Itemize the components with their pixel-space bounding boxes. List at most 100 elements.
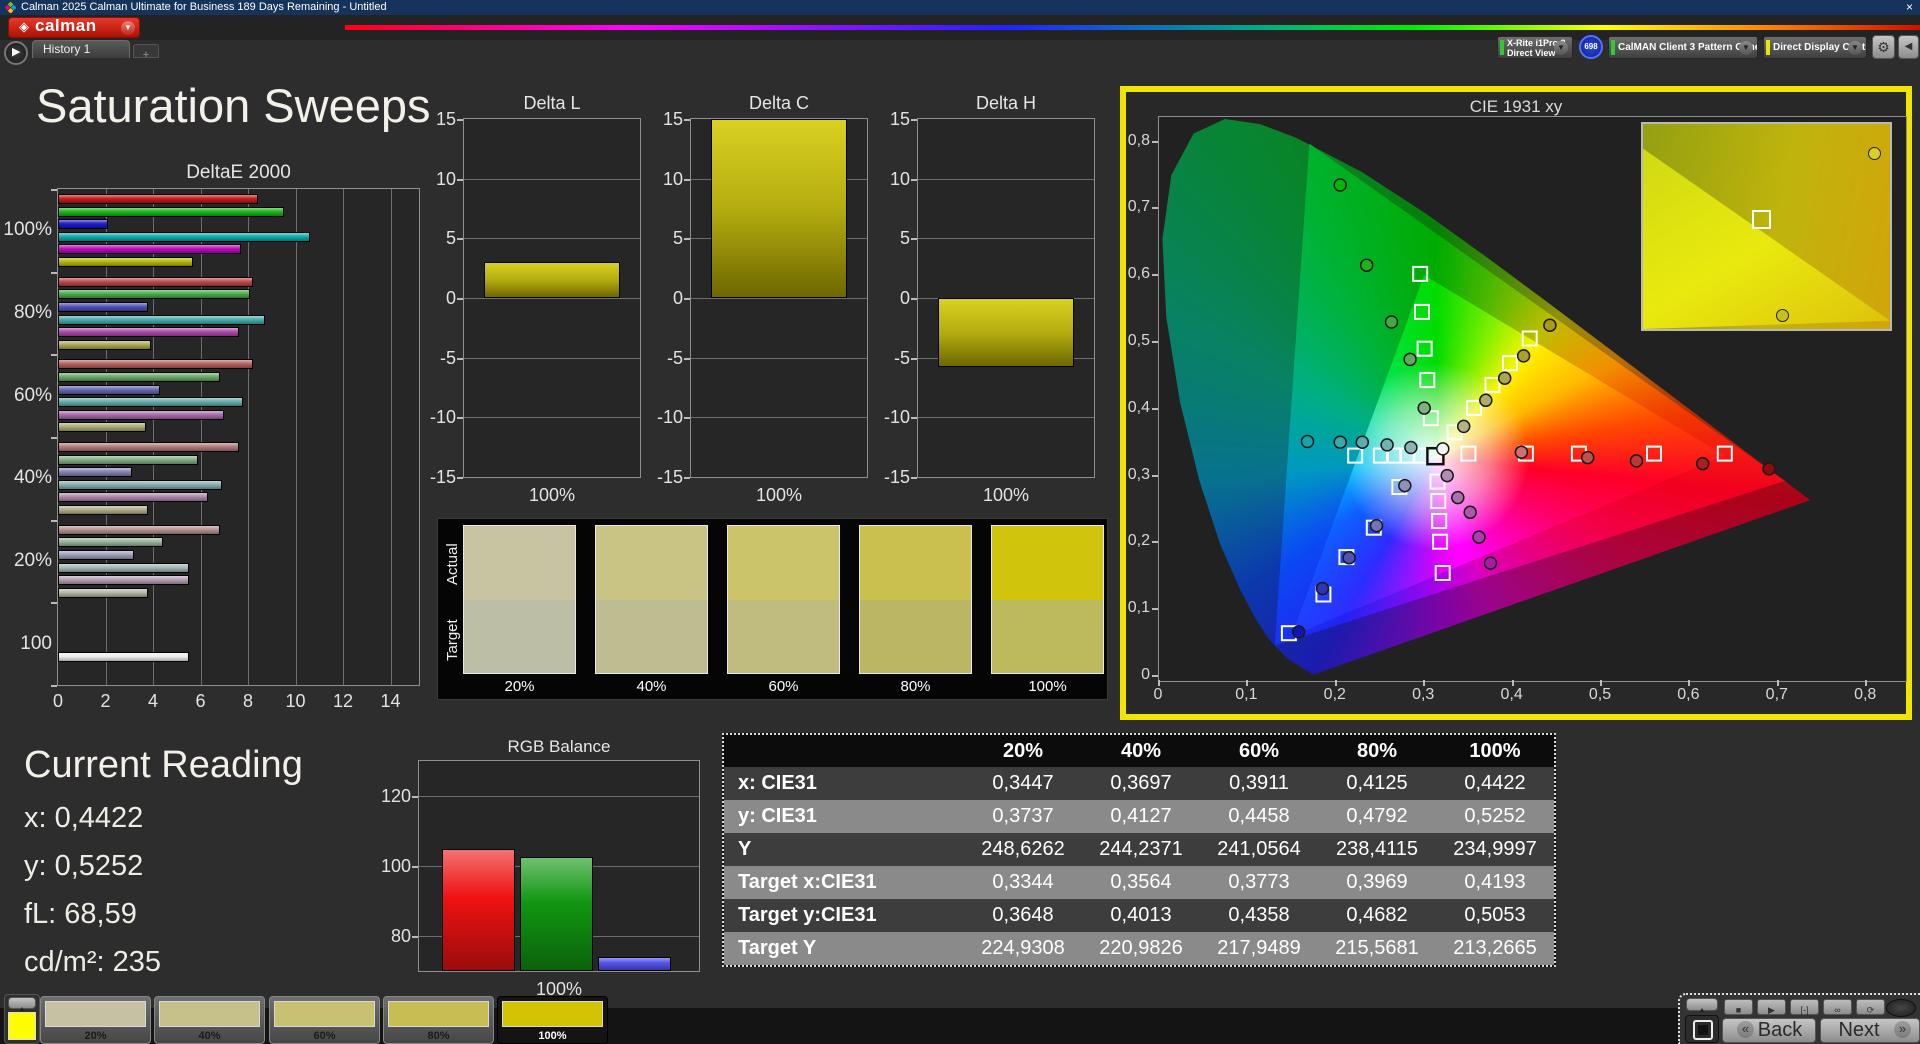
table-cell: 0,3737 [964,800,1082,833]
target-square-marker [1467,401,1481,415]
y-tick [412,936,418,938]
footer-swatch-20%[interactable]: 20% [40,996,151,1044]
y-tick [911,417,917,419]
y-tick [457,238,463,240]
table-cell: 0,3911 [1200,767,1318,800]
cie-y-tick [1152,541,1158,543]
deltae-bar [58,302,148,312]
interval-button[interactable]: [-] [1790,999,1819,1015]
group-label: 100 [0,633,52,655]
calman-menu-button[interactable]: ◈ calman ▼ [8,17,140,38]
table-row-label: Target x:CIE31 [724,866,964,899]
measured-circle-marker [1763,463,1775,475]
measured-circle-marker [1452,492,1464,504]
deltae-bar [58,480,222,490]
reading-value: cd/m²: 235 [24,946,404,979]
table-cell: 244,2371 [1082,833,1200,866]
swatch-40% [595,525,708,674]
cie-x-tick-label: 0,2 [1317,686,1353,704]
refresh-button[interactable]: ⟳ [1856,999,1885,1015]
table-header-row: 20%40%60%80%100% [724,735,1554,767]
y-tick-label: 100 [375,856,411,877]
y-tick [684,179,690,181]
measured-circle-marker [1518,350,1530,362]
table-column-header: 40% [1082,735,1200,767]
y-tick [457,298,463,300]
play-button[interactable]: ▶ [1757,999,1786,1015]
footer-swatch-label: 80% [384,1030,493,1042]
table-cell: 224,9308 [964,932,1082,965]
deltae-bar [58,244,241,254]
calman-app: { "titlebar": { "title": "Calman 2025 Ca… [0,0,1920,1044]
transport-expand-button[interactable]: ▲ [1686,998,1718,1011]
footer-swatch-100%[interactable]: 100% [497,996,608,1044]
pattern-window-button[interactable] [1685,1015,1719,1043]
rgb-balance-chart: 80100120100% [418,760,700,972]
table-row: y: CIE310,37370,41270,44580,47920,5252 [724,800,1554,833]
table-cell: 0,3648 [964,899,1082,932]
workflow-run-button[interactable]: ▶ [4,41,28,65]
footer-swatch-60%[interactable]: 60% [269,996,380,1044]
settings-button[interactable]: ⚙ [1872,35,1895,59]
target-square-marker [1647,447,1661,461]
swatch-actual [596,526,707,600]
deltae-bar [58,219,108,229]
target-square-marker [1436,566,1450,580]
knob-button[interactable] [1886,999,1916,1017]
table-cell: 0,3773 [1200,866,1318,899]
y-tick [911,238,917,240]
deltae-bar [58,537,163,547]
display-control-select[interactable]: Direct Display Control ▼ [1763,36,1867,59]
measured-circle-marker [1582,452,1594,464]
swatch-100% [991,525,1104,674]
table-row: x: CIE310,34470,36970,39110,41250,4422 [724,767,1554,800]
x-category-label: 100% [918,485,1094,506]
tab-history-1[interactable]: History 1 [32,40,130,58]
cie-y-tick [1152,608,1158,610]
pattern-panel-expand-button[interactable]: ▲ [8,997,36,1009]
group-label: 20% [0,550,52,572]
rainbow-divider [345,25,1920,30]
swatch-actual [992,526,1103,600]
swatch-target [992,600,1103,674]
add-tab-button[interactable]: + [133,44,159,58]
footer-swatch-80%[interactable]: 80% [383,996,494,1044]
close-icon[interactable]: × [1906,0,1913,14]
measured-circle-marker [1343,552,1355,564]
cie-y-tick-label: 0,5 [1126,332,1150,350]
footer-swatch-40%[interactable]: 40% [154,996,265,1044]
table-row: Target Y224,9308220,9826217,9489215,5681… [724,932,1554,965]
reading-value: x: 0,4422 [24,802,404,835]
delta-l-chart-title: Delta L [463,93,641,114]
footer-swatch-color [502,1001,603,1027]
table-cell: 238,4115 [1318,833,1436,866]
current-pattern-swatch [8,1012,36,1040]
measured-circle-marker [1405,442,1417,454]
measured-circle-marker [1485,557,1497,569]
meter-select[interactable]: X-Rite i1Pro 3 Direct View ▼ [1497,36,1573,59]
gridline [296,189,297,685]
collapse-panel-button[interactable]: ◀ [1898,35,1919,59]
y-tick-label: 15 [422,109,456,130]
y-tick-label: 120 [375,786,411,807]
next-button[interactable]: Next » [1820,1018,1920,1043]
measured-circle-marker [1381,439,1393,451]
meter-count-badge[interactable]: 698 [1579,35,1603,59]
x-tick-label: 14 [376,691,406,712]
table-cell: 0,4125 [1318,767,1436,800]
loop-button[interactable]: ∞ [1823,999,1852,1015]
pattern-generator-select[interactable]: CalMAN Client 3 Pattern Generator ▼ [1608,36,1758,59]
current-reading-block: Current Reading x: 0,4422y: 0,5252fL: 68… [24,744,404,979]
table-column-header: 20% [964,735,1082,767]
back-button[interactable]: « Back [1722,1018,1816,1043]
gridline [419,796,699,797]
rgb-bar-red [442,849,515,972]
y-tick [51,520,57,522]
stop-button[interactable]: ■ [1724,999,1753,1015]
x-tick-label: 2 [91,691,121,712]
back-label: Back [1758,1019,1802,1041]
group-label: 100% [0,219,52,241]
deltae-bar [58,207,284,217]
rgb-bar-green [520,857,593,971]
deltae-bar [58,525,220,535]
